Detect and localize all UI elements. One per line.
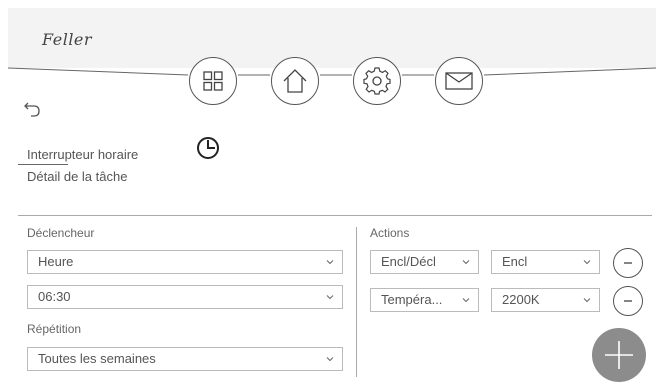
feller-logo: Feller: [42, 30, 93, 49]
action-1-value-select[interactable]: Encl: [491, 250, 600, 274]
chevron-down-icon: [462, 260, 470, 265]
minus-icon: [624, 262, 632, 264]
chevron-down-icon: [326, 260, 334, 265]
chevron-down-icon: [583, 298, 591, 303]
nav-connector-line: [8, 67, 656, 76]
nav-settings-button[interactable]: [353, 57, 401, 105]
grid-icon: [203, 71, 223, 91]
repeat-select[interactable]: Toutes les semaines: [27, 347, 343, 371]
gear-icon: [363, 67, 391, 95]
add-action-button[interactable]: [592, 328, 646, 382]
repeat-label: Répétition: [27, 322, 82, 336]
chevron-down-icon: [326, 357, 334, 362]
column-divider: [356, 227, 357, 377]
repeat-value: Toutes les semaines: [38, 351, 156, 366]
action-1-type-select[interactable]: Encl/Décl: [370, 250, 479, 274]
mail-icon: [445, 72, 473, 90]
chevron-down-icon: [462, 298, 470, 303]
minus-icon: [624, 300, 632, 302]
home-icon: [283, 69, 307, 93]
trigger-time-select[interactable]: 06:30: [27, 285, 343, 309]
chevron-down-icon: [326, 295, 334, 300]
action-1-value: Encl: [502, 254, 528, 269]
trigger-time-value: 06:30: [38, 289, 71, 304]
nav-dashboard-button[interactable]: [189, 57, 237, 105]
actions-label: Actions: [370, 226, 410, 240]
trigger-label: Déclencheur: [27, 226, 95, 240]
action-1-type-value: Encl/Décl: [381, 254, 436, 269]
back-arrow-icon[interactable]: [23, 100, 41, 118]
section-divider: [18, 215, 652, 216]
nav-messages-button[interactable]: [435, 57, 483, 105]
page-title: Interrupteur horaire: [27, 147, 139, 162]
action-2-value: 2200K: [502, 292, 540, 307]
title-underline: [18, 164, 68, 165]
page-subtitle: Détail de la tâche: [27, 169, 128, 184]
remove-action-1-button[interactable]: [613, 248, 643, 278]
nav-home-button[interactable]: [271, 57, 319, 105]
plus-icon: [605, 341, 633, 369]
action-2-type-select[interactable]: Tempéra...: [370, 288, 479, 312]
chevron-down-icon: [583, 260, 591, 265]
header-bar: Feller: [8, 8, 656, 68]
action-2-value-select[interactable]: 2200K: [491, 288, 600, 312]
remove-action-2-button[interactable]: [613, 286, 643, 316]
action-2-type-value: Tempéra...: [381, 292, 443, 307]
trigger-type-value: Heure: [38, 254, 74, 269]
timer-icon: [197, 137, 219, 159]
trigger-type-select[interactable]: Heure: [27, 250, 343, 274]
